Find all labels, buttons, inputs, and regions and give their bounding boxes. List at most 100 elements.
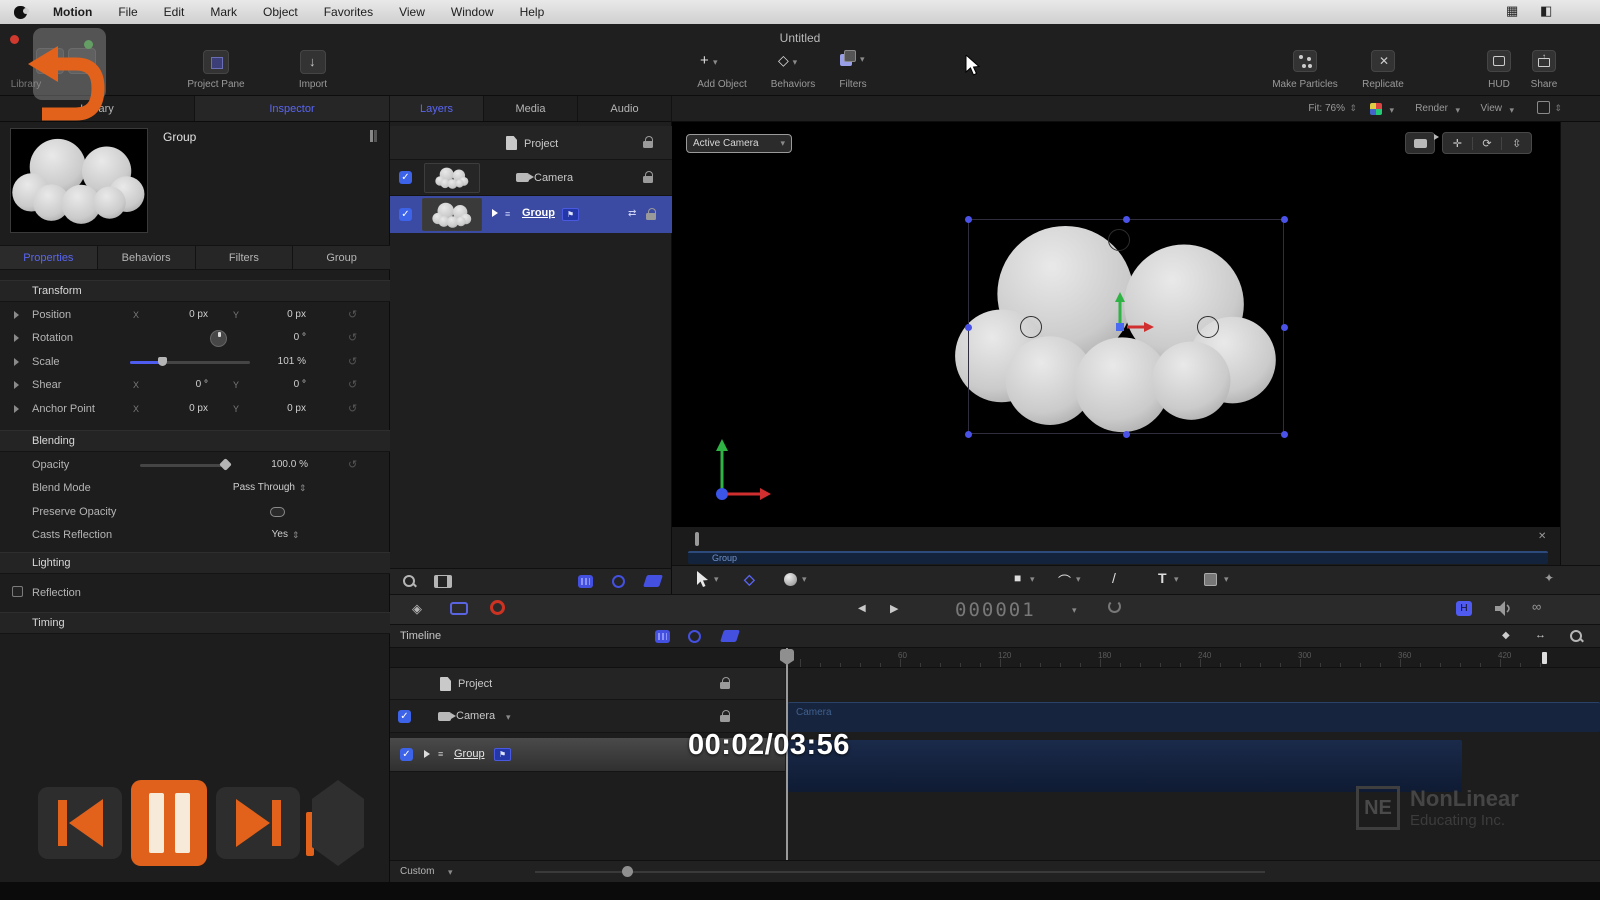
lock-icon[interactable] (720, 677, 730, 689)
menu-favorites[interactable]: Favorites (324, 5, 373, 19)
timing-section-header[interactable]: Timing (0, 612, 390, 634)
zoom-slider-knob[interactable] (622, 866, 633, 877)
menu-view[interactable]: View (399, 5, 425, 19)
reflection-checkbox[interactable] (12, 586, 23, 597)
selection-handle[interactable] (1281, 431, 1288, 438)
lighting-section-header[interactable]: Lighting (0, 552, 390, 574)
skip-back-button[interactable] (38, 787, 122, 859)
zoom-slider-track[interactable] (535, 871, 1265, 873)
menu-mark[interactable]: Mark (210, 5, 237, 19)
mask-tool-icon[interactable] (1204, 573, 1217, 586)
opacity-slider-track[interactable] (140, 464, 228, 467)
reset-icon[interactable]: ↺ (348, 402, 357, 415)
previous-frame-button[interactable]: ◀ (858, 603, 866, 614)
active-camera-select[interactable]: Active Camera ▾ (686, 134, 792, 153)
layer-row-group-selected[interactable]: ✓ ≡ Group ⚑ ⇄ (390, 196, 672, 233)
timecode-menu-icon[interactable]: ▾ (1072, 605, 1077, 616)
tab-inspector[interactable]: Inspector (195, 96, 390, 121)
visibility-checkbox[interactable]: ✓ (399, 171, 412, 184)
reset-icon[interactable]: ↺ (348, 331, 357, 344)
layout-grid-icon[interactable] (1537, 101, 1550, 114)
scale-field[interactable]: 101 % (258, 356, 306, 367)
menu-motion[interactable]: Motion (53, 5, 92, 19)
tab-behaviors[interactable]: Behaviors (97, 246, 196, 269)
rotation-dial[interactable] (210, 330, 227, 347)
anchor-y-field[interactable]: 0 px (258, 403, 306, 414)
rect-tool-icon[interactable]: ■ (1014, 571, 1021, 585)
group-track-bar[interactable] (788, 740, 1462, 792)
new-group-icon[interactable] (578, 575, 593, 588)
new-layer-icon[interactable] (643, 575, 663, 587)
disclosure-icon[interactable] (14, 311, 19, 319)
tab-properties[interactable]: Properties (0, 246, 98, 269)
dolly-tool-icon[interactable]: ⇳ (1502, 137, 1531, 150)
menu-edit[interactable]: Edit (164, 5, 185, 19)
selection-handle[interactable] (1123, 216, 1130, 223)
record-icon[interactable] (490, 600, 505, 615)
selection-handle[interactable] (1123, 431, 1130, 438)
lock-icon[interactable] (646, 208, 656, 220)
position-y-field[interactable]: 0 px (258, 309, 306, 320)
share-button[interactable]: ↑ (1532, 50, 1556, 72)
blending-section-header[interactable]: Blending (0, 430, 390, 452)
selection-handle[interactable] (965, 431, 972, 438)
disclosure-icon[interactable] (14, 405, 19, 413)
search-icon[interactable] (403, 575, 417, 589)
canvas-viewport[interactable]: Active Camera ▾ ✛ ⟳ ⇳ (672, 122, 1560, 527)
apple-menu-icon[interactable] (14, 5, 29, 19)
tab-filters[interactable]: Filters (195, 246, 294, 269)
flag-badge-icon[interactable]: ⚑ (494, 748, 511, 761)
tab-media[interactable]: Media (484, 96, 578, 121)
timeline-layer-name[interactable]: Group (454, 748, 485, 760)
shear-y-field[interactable]: 0 ° (258, 379, 306, 390)
flag-badge-icon[interactable]: ⚑ (562, 208, 579, 221)
lock-icon[interactable] (643, 171, 653, 183)
show-layers-icon[interactable] (720, 630, 740, 642)
reset-icon[interactable]: ↺ (348, 458, 357, 471)
selection-handle[interactable] (1281, 324, 1288, 331)
project-pane-button[interactable] (203, 50, 229, 74)
disclosure-icon[interactable] (492, 209, 498, 217)
mini-playhead[interactable] (695, 532, 699, 546)
timebase-select[interactable]: Custom (400, 866, 434, 877)
disclosure-icon[interactable] (14, 334, 19, 342)
selection-handle[interactable] (1281, 216, 1288, 223)
shear-x-field[interactable]: 0 ° (160, 379, 208, 390)
layer-name-editing[interactable]: Group (522, 207, 555, 219)
position-x-field[interactable]: 0 px (160, 309, 208, 320)
loop-refresh-icon[interactable] (1108, 600, 1121, 613)
mini-group-bar[interactable]: Group (688, 551, 1548, 564)
adjust-icon[interactable]: ✦ (1544, 571, 1554, 585)
sphere-tool-icon[interactable] (784, 573, 797, 586)
disclosure-icon[interactable] (14, 381, 19, 389)
visibility-checkbox[interactable]: ✓ (400, 748, 413, 761)
object-axis-gizmo[interactable] (1102, 287, 1162, 337)
reset-icon[interactable]: ↺ (348, 308, 357, 321)
audio-icon[interactable] (1495, 601, 1513, 616)
loop-playback-icon[interactable]: ∞ (1532, 599, 1541, 614)
link-icon[interactable]: ⇄ (628, 208, 636, 219)
disclosure-icon[interactable] (14, 358, 19, 366)
opacity-slider-knob[interactable] (219, 458, 232, 471)
menu-help[interactable]: Help (520, 5, 545, 19)
reset-icon[interactable]: ↺ (348, 378, 357, 391)
camera-keyframe-icon[interactable] (450, 602, 468, 615)
rotation-handle[interactable] (1108, 229, 1130, 251)
disclosure-icon[interactable] (424, 750, 430, 758)
timecode-display[interactable]: 000001 (955, 599, 1036, 621)
visibility-checkbox[interactable]: ✓ (399, 208, 412, 221)
selection-handle[interactable] (965, 324, 972, 331)
casts-reflection-select[interactable]: Yes (240, 529, 288, 540)
lock-icon[interactable] (720, 710, 730, 722)
menubar-status-icon-1[interactable]: ▦ (1506, 3, 1518, 19)
keyframe-toggle-icon[interactable]: ◆ (1502, 630, 1510, 641)
new-rig-icon[interactable] (612, 575, 625, 588)
layer-row-camera[interactable]: ✓ Camera (390, 160, 672, 196)
skip-forward-button[interactable] (216, 787, 300, 859)
select-tool-icon[interactable] (696, 571, 709, 588)
ruler-end-marker[interactable] (1542, 652, 1547, 664)
keyframe-editor-icon[interactable]: H (1456, 601, 1472, 616)
reset-icon[interactable]: ↺ (348, 355, 357, 368)
timeline-ruler[interactable]: 60 120 180 240 300 360 420 (390, 648, 1600, 668)
menubar-status-icon-2[interactable]: ◧ (1540, 3, 1552, 19)
